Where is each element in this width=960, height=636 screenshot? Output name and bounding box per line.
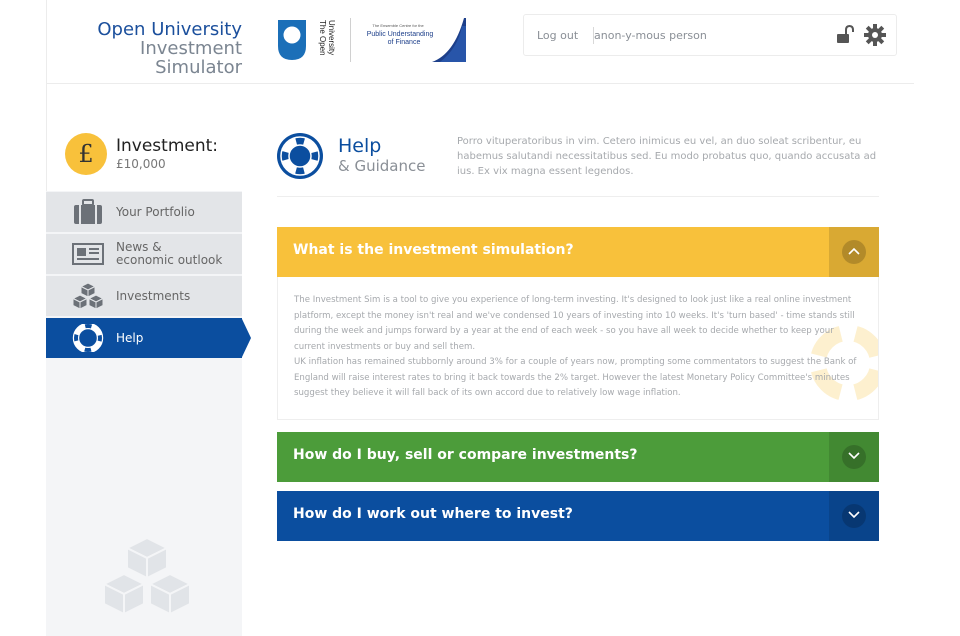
username: anon-y-mous person <box>594 29 707 42</box>
logout-link[interactable]: Log out <box>537 29 578 42</box>
brand-line-2: Investment Simulator <box>140 38 242 78</box>
investment-label: Investment: <box>116 136 219 156</box>
open-university-logo[interactable]: The Open University <box>276 18 336 62</box>
chevron-up-icon <box>848 247 860 255</box>
sidebar-item-label-line-1: News & <box>116 240 162 254</box>
collapse-button[interactable] <box>829 227 879 277</box>
sidebar-item-label: Investments <box>116 289 191 303</box>
accordion-title: How do I work out where to invest? <box>293 506 573 522</box>
intro-text: Porro vituperatoribus in vim. Cetero ini… <box>457 136 877 177</box>
ou-logo-text-1: The Open <box>318 20 327 56</box>
cubes-watermark-icon <box>101 536 193 616</box>
accordion-header-simulation[interactable]: What is the investment simulation? <box>277 227 879 277</box>
brand-line-1: Open University <box>97 19 242 40</box>
ou-logo-text-2: University <box>327 20 336 55</box>
lifebuoy-icon <box>72 324 104 352</box>
sidebar-item-investments[interactable]: Investments <box>46 276 242 316</box>
partner-logo[interactable]: The Ensemble Centre for the Public Under… <box>362 18 466 62</box>
app-brand[interactable]: Open University Investment Simulator <box>62 20 242 77</box>
chevron-down-icon <box>848 511 860 519</box>
sidebar-item-news[interactable]: News & economic outlook <box>46 234 242 274</box>
accordion-title: How do I buy, sell or compare investment… <box>293 447 638 463</box>
main-divider <box>277 196 879 197</box>
partner-logo-line-1: Public Understanding <box>367 31 434 38</box>
accordion-paragraph: UK inflation has remained stubbornly aro… <box>294 357 857 398</box>
sidebar-item-label: Your Portfolio <box>116 205 195 219</box>
unlock-icon[interactable] <box>835 25 855 45</box>
accordion-paragraph: The Investment Sim is a tool to give you… <box>294 295 855 352</box>
sidebar-item-label-line-2: economic outlook <box>116 253 223 267</box>
cubes-icon <box>72 282 104 310</box>
sidebar-item-label: Help <box>116 331 144 345</box>
logo-separator <box>350 18 351 62</box>
header-divider <box>46 83 914 84</box>
gear-icon[interactable] <box>864 24 886 46</box>
chevron-down-icon <box>848 452 860 460</box>
accordion-body: The Investment Sim is a tool to give you… <box>277 277 879 420</box>
accordion-header-buy-sell[interactable]: How do I buy, sell or compare investment… <box>277 432 879 482</box>
page-title: Help <box>338 135 382 157</box>
page-subtitle: & Guidance <box>338 157 426 175</box>
expand-button[interactable] <box>829 491 879 541</box>
newspaper-icon <box>72 243 104 265</box>
accordion-title: What is the investment simulation? <box>293 242 574 258</box>
sidebar-item-portfolio[interactable]: Your Portfolio <box>46 192 242 232</box>
sidebar-item-help[interactable]: Help <box>46 318 242 358</box>
active-nav-pointer <box>242 319 251 357</box>
partner-logo-line-2: of Finance <box>388 39 421 46</box>
pound-icon: £ <box>65 133 107 175</box>
partner-logo-small-text: The Ensemble Centre for the <box>372 23 424 28</box>
lifebuoy-icon <box>277 133 323 179</box>
user-bar: Log out anon-y-mous person <box>523 14 897 56</box>
accordion-header-where-to-invest[interactable]: How do I work out where to invest? <box>277 491 879 541</box>
expand-button[interactable] <box>829 432 879 482</box>
briefcase-icon <box>74 199 102 224</box>
investment-value: £10,000 <box>116 157 166 171</box>
